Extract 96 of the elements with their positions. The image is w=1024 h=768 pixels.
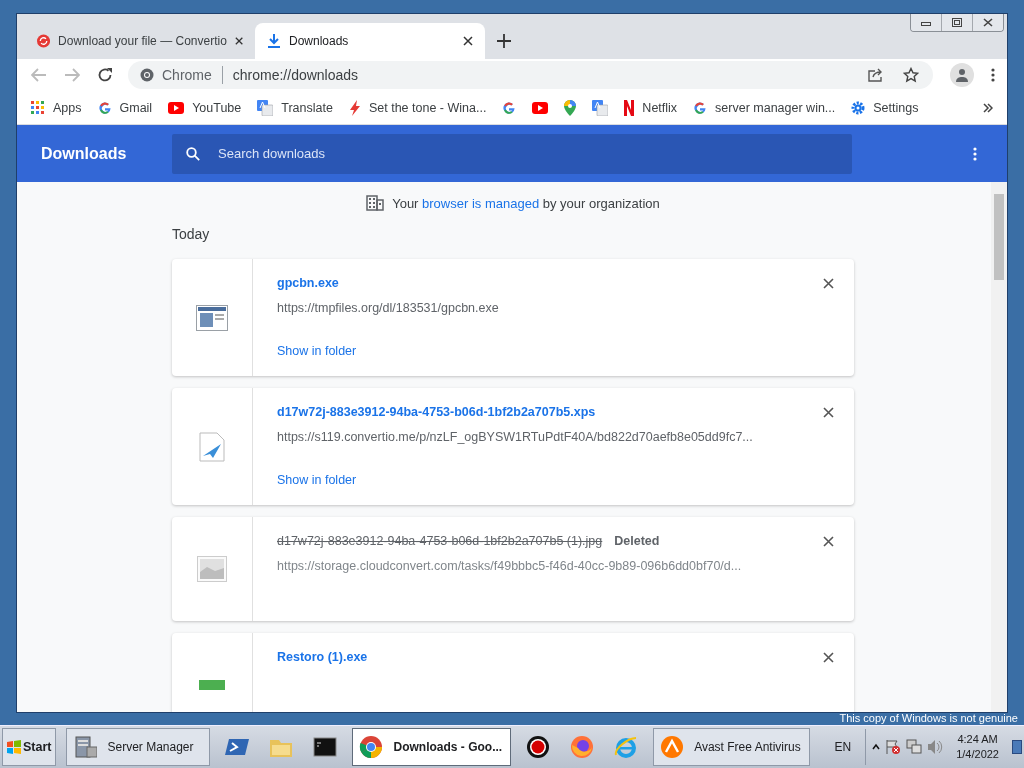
- url-text: chrome://downloads: [232, 67, 359, 83]
- tab-title: Downloads: [289, 34, 350, 48]
- section-heading: Today: [172, 226, 211, 242]
- google-g-icon: [502, 100, 517, 115]
- chevron-double-right-icon[interactable]: [983, 102, 993, 113]
- internet-explorer-logo-icon: [614, 735, 639, 759]
- show-in-folder-link[interactable]: Show in folder: [277, 344, 357, 358]
- bookmark-item[interactable]: Set the tone - Wina...: [348, 99, 487, 116]
- more-vertical-icon[interactable]: [973, 146, 977, 161]
- file-url: https://s119.convertio.me/p/nzLF_ogBYSW1RTuPdtF40A/bd822d70aefb8e05dd9fc7...: [277, 430, 754, 444]
- browser-tab[interactable]: Downloads: [255, 23, 485, 59]
- reload-icon[interactable]: [97, 67, 113, 83]
- map-pin-icon: [564, 99, 577, 116]
- search-field[interactable]: Search downloads: [172, 133, 852, 174]
- person-icon: [955, 68, 969, 82]
- taskbar-button[interactable]: Server Manager: [66, 728, 211, 766]
- bookmark-item[interactable]: [532, 101, 549, 114]
- windows-logo-icon: [7, 740, 21, 754]
- close-icon[interactable]: [463, 36, 473, 46]
- close-button[interactable]: [972, 14, 1003, 31]
- record-icon: [526, 735, 551, 759]
- taskbar-button[interactable]: Avast Free Antivirus: [653, 728, 810, 766]
- status-label: Deleted: [614, 534, 660, 548]
- close-icon[interactable]: [823, 277, 834, 289]
- command-prompt-icon: [313, 735, 338, 759]
- bookmark-item[interactable]: Gmail: [97, 100, 153, 115]
- close-icon[interactable]: [234, 36, 243, 46]
- file-icon: [199, 680, 225, 690]
- bookmark-item[interactable]: [592, 99, 609, 116]
- start-button[interactable]: Start: [2, 728, 57, 766]
- close-icon: [983, 18, 993, 27]
- address-bar[interactable]: Chrome chrome://downloads: [128, 61, 933, 89]
- managed-link[interactable]: browser is managed: [422, 195, 540, 211]
- window-file-icon: [196, 304, 228, 331]
- profile-avatar[interactable]: [950, 63, 974, 87]
- more-vertical-icon[interactable]: [991, 68, 995, 82]
- bookmark-item[interactable]: [502, 100, 517, 115]
- apps-grid-icon: [31, 100, 45, 115]
- convertio-icon: [37, 33, 51, 49]
- show-in-folder-link[interactable]: Show in folder: [277, 473, 357, 487]
- file-name[interactable]: d17w72j-883e3912-94ba-4753-b06d-1bf2b2a707b5.xps: [277, 405, 596, 419]
- server-icon: [73, 735, 98, 759]
- file-url: https://tmpfiles.org/dl/183531/gpcbn.exe: [277, 301, 500, 315]
- firefox-logo-icon: [570, 735, 595, 759]
- building-icon: [366, 195, 385, 211]
- video-play-icon: [168, 101, 185, 114]
- image-file-icon: [197, 556, 227, 582]
- language-indicator[interactable]: EN: [830, 740, 856, 754]
- google-g-icon: [693, 100, 708, 115]
- managed-notice: Your browser is managed by your organization: [392, 195, 660, 211]
- translate-icon: [592, 99, 609, 116]
- download-icon: [267, 33, 281, 49]
- genuine-notice: This copy of Windows is not genuine: [839, 712, 1018, 724]
- file-url: https://storage.cloudconvert.com/tasks/f49bbbc5-f46d-40cc-9b89-096b6dd0bf70/d...: [277, 559, 743, 573]
- network-icon[interactable]: [906, 739, 923, 755]
- bookmark-item[interactable]: [564, 99, 577, 116]
- page-title: Downloads: [41, 144, 128, 163]
- video-play-icon: [532, 101, 549, 114]
- scrollbar-thumb[interactable]: [994, 194, 1004, 280]
- browser-tab[interactable]: Download your file — Convertio: [25, 23, 255, 59]
- flag-icon[interactable]: [885, 739, 902, 755]
- minimize-icon: [921, 19, 931, 26]
- bookmark-item[interactable]: Settings: [851, 100, 919, 115]
- tab-title: Download your file — Convertio: [58, 34, 227, 48]
- minimize-button[interactable]: [911, 14, 941, 31]
- plus-icon[interactable]: [497, 34, 511, 48]
- scrollbar[interactable]: [991, 182, 1007, 712]
- bookmark-item[interactable]: Translate: [257, 99, 333, 116]
- close-icon[interactable]: [823, 406, 834, 418]
- bookmark-item[interactable]: server manager win...: [693, 100, 836, 115]
- file-name[interactable]: Restoro (1).exe: [277, 650, 368, 664]
- netflix-n-icon: [624, 99, 635, 116]
- chrome-logo-icon: [359, 735, 384, 759]
- google-g-icon: [97, 100, 112, 115]
- search-icon: [186, 146, 200, 161]
- origin-label: Chrome: [162, 67, 212, 83]
- avast-logo-icon: [660, 735, 685, 759]
- document-paper-plane-icon: [199, 431, 225, 462]
- clock[interactable]: 4:24 AM 1/4/2022: [948, 732, 1007, 762]
- bookmark-item[interactable]: YouTube: [168, 100, 242, 115]
- taskbar-button[interactable]: Downloads - Goo...: [352, 728, 512, 766]
- file-name: d17w72j-883e3912-94ba-4753-b06d-1bf2b2a707b5 (1).jpg: [277, 534, 603, 548]
- bookmark-item[interactable]: Netflix: [624, 99, 678, 116]
- share-icon[interactable]: [867, 68, 883, 82]
- lightning-icon: [348, 99, 361, 116]
- file-name[interactable]: gpcbn.exe: [277, 276, 339, 290]
- star-icon[interactable]: [903, 67, 919, 83]
- caret-up-icon[interactable]: [872, 743, 881, 751]
- restore-button[interactable]: [941, 14, 972, 31]
- translate-icon: [257, 99, 274, 116]
- chrome-logo-icon: [140, 68, 154, 82]
- close-icon[interactable]: [823, 535, 834, 547]
- restore-icon: [952, 18, 962, 27]
- close-icon[interactable]: [823, 651, 834, 663]
- bookmark-item[interactable]: Apps: [31, 100, 82, 115]
- settings-icon: [851, 100, 866, 115]
